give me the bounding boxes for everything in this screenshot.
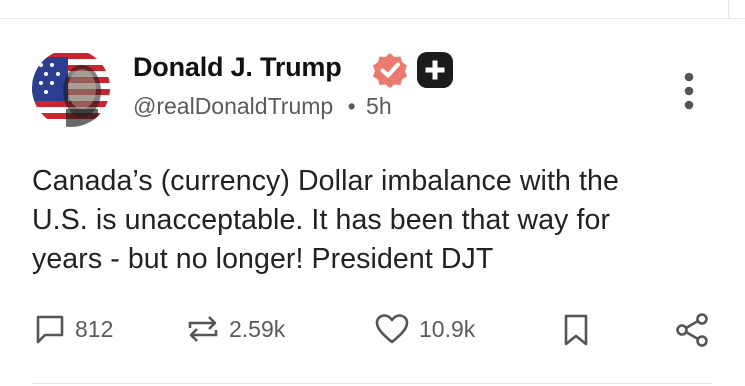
restate-button[interactable]: 2.59k (186, 312, 285, 346)
post-text: Canada’s (currency) Dollar imbalance wit… (32, 165, 619, 275)
top-divider (0, 18, 745, 19)
plus-badge-icon (417, 52, 453, 88)
bookmark-icon[interactable] (562, 313, 590, 347)
post-timestamp[interactable]: 5h (366, 93, 392, 119)
share-icon[interactable] (674, 312, 710, 348)
separator-dot: • (347, 93, 356, 119)
reply-icon (36, 315, 64, 344)
like-button[interactable]: 10.9k (374, 312, 475, 346)
like-count: 10.9k (419, 315, 476, 342)
restate-count: 2.59k (229, 315, 286, 342)
bottom-divider (32, 383, 712, 384)
more-options-icon[interactable] (681, 71, 697, 111)
author-handle[interactable]: @realDonaldTrump (133, 93, 333, 119)
verified-badge-icon (373, 53, 407, 88)
author-name[interactable]: Donald J. Trump (133, 52, 342, 83)
panel-edge (728, 0, 729, 18)
reply-button[interactable]: 812 (34, 312, 113, 346)
restate-icon (188, 316, 218, 342)
avatar[interactable] (32, 49, 110, 127)
reply-count: 812 (75, 315, 114, 342)
heart-icon (375, 314, 409, 344)
handle-row: @realDonaldTrump • 5h (133, 93, 392, 120)
